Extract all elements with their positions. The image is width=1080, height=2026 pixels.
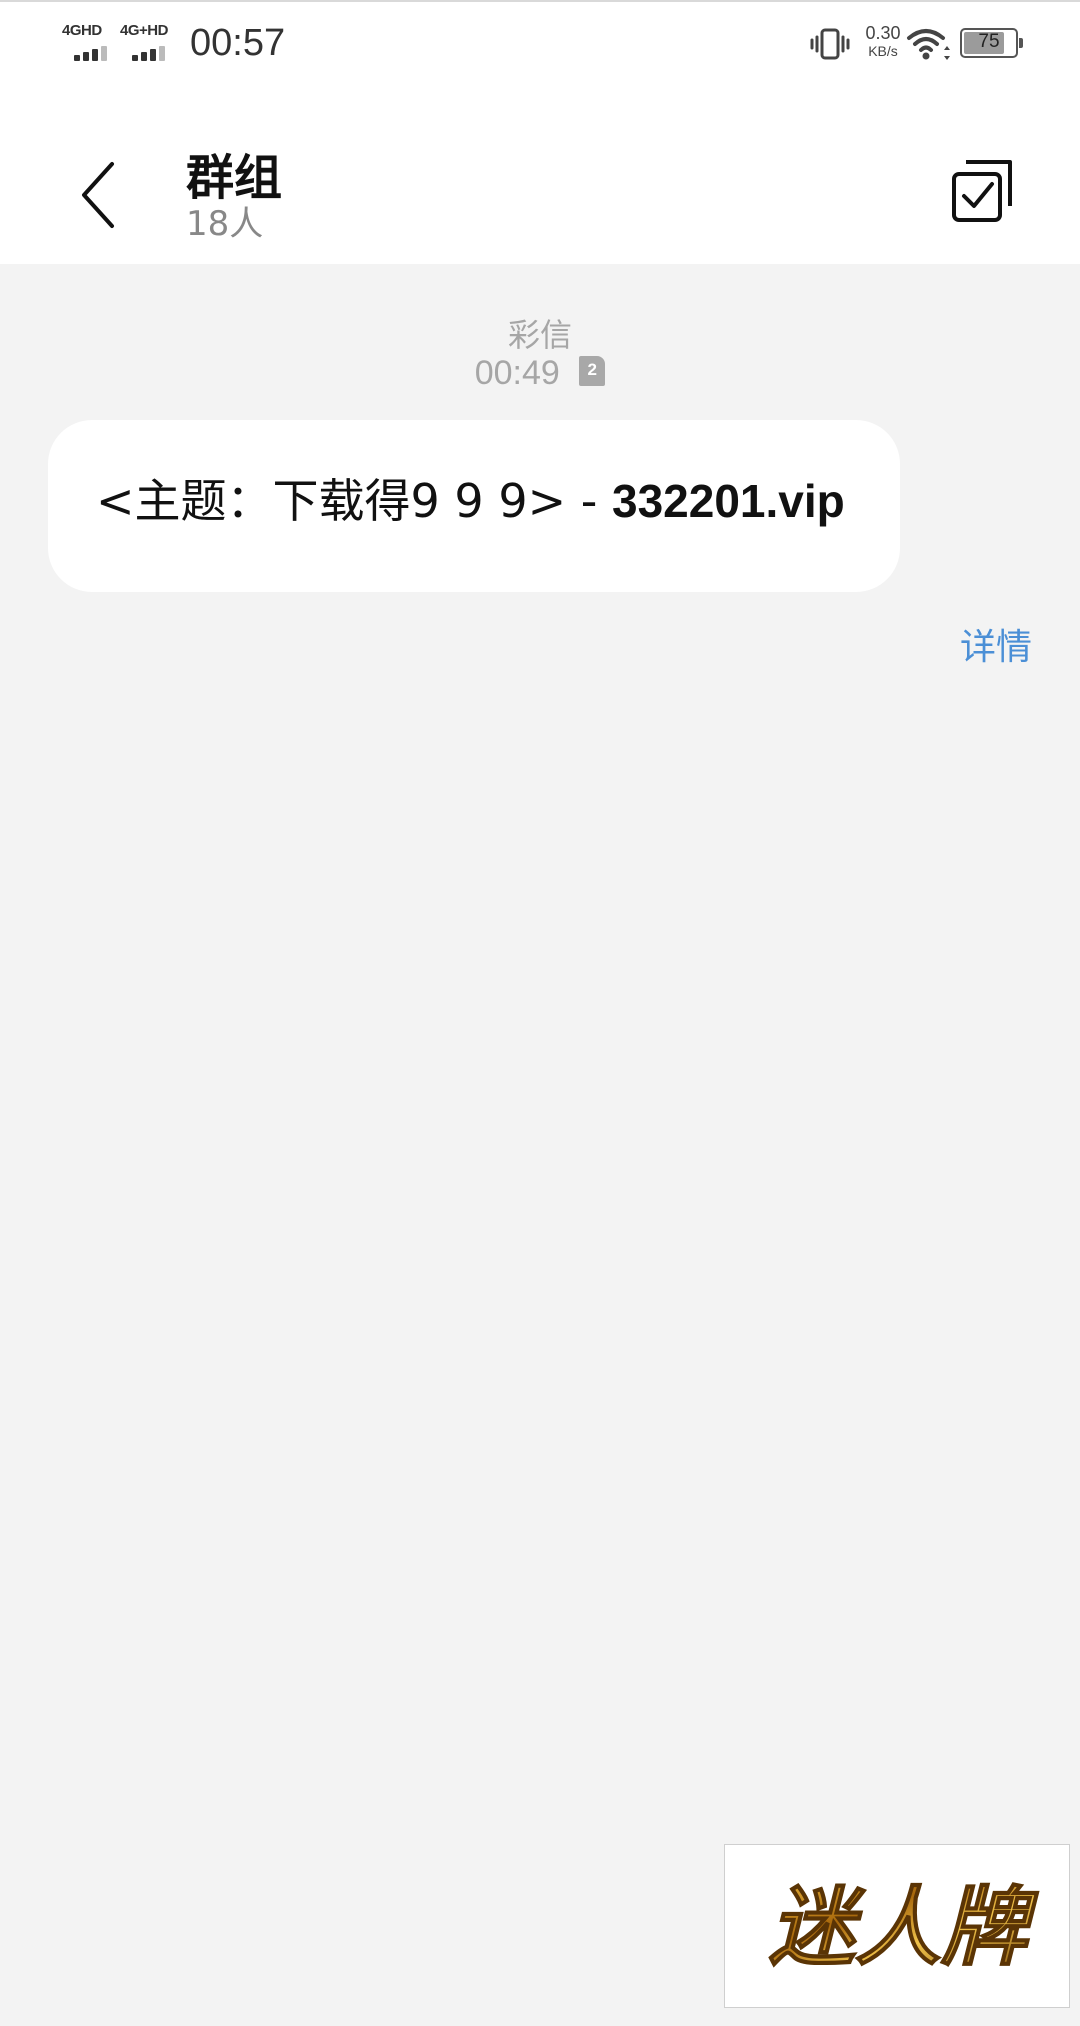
message-body: <主题：下载得9 9 9> - 332201.vip: [96, 474, 860, 529]
sim1-network-label: 4GHD: [62, 22, 102, 39]
battery-icon: 75: [960, 28, 1023, 58]
multi-select-button[interactable]: [948, 156, 1018, 226]
status-time: 00:57: [190, 22, 286, 64]
message-subject: <主题：下载得9 9 9> -: [96, 474, 612, 528]
conversation-header: 群组 18人: [0, 84, 1080, 264]
battery-level: 75: [978, 31, 1000, 52]
sim-slot-number: 2: [587, 360, 597, 380]
vibrate-icon: [810, 28, 850, 60]
network-speed-value: 0.30: [865, 23, 901, 43]
details-link[interactable]: 详情: [960, 618, 1032, 670]
sim2-network-label: 4G+HD: [120, 22, 168, 39]
network-speed-unit: KB/s: [868, 43, 898, 59]
back-button[interactable]: [60, 150, 140, 240]
message-meta: 00:49 2: [0, 354, 1080, 393]
watermark-logo: 迷人牌: [724, 1844, 1070, 2008]
message-timestamp: 00:49: [474, 354, 560, 392]
message-link[interactable]: 332201.vip: [612, 475, 845, 527]
message-bubble[interactable]: <主题：下载得9 9 9> - 332201.vip: [48, 420, 900, 592]
wifi-icon: [907, 29, 950, 60]
watermark-logo-image: 迷人牌: [768, 1877, 1040, 1979]
network-speed: 0.30 KB/s: [858, 24, 908, 58]
member-count: 18人: [186, 204, 264, 244]
message-type-label: 彩信: [507, 316, 572, 354]
watermark-text: 迷人牌: [769, 1878, 1039, 1978]
sim2-signal-icon: 4G+HD: [120, 22, 182, 62]
status-bar: 4GHD 4G+HD 00:57 0.30 KB/s 75: [0, 0, 1080, 84]
sim1-signal-icon: 4GHD: [62, 22, 114, 62]
sim-card-icon: 2: [579, 356, 606, 387]
